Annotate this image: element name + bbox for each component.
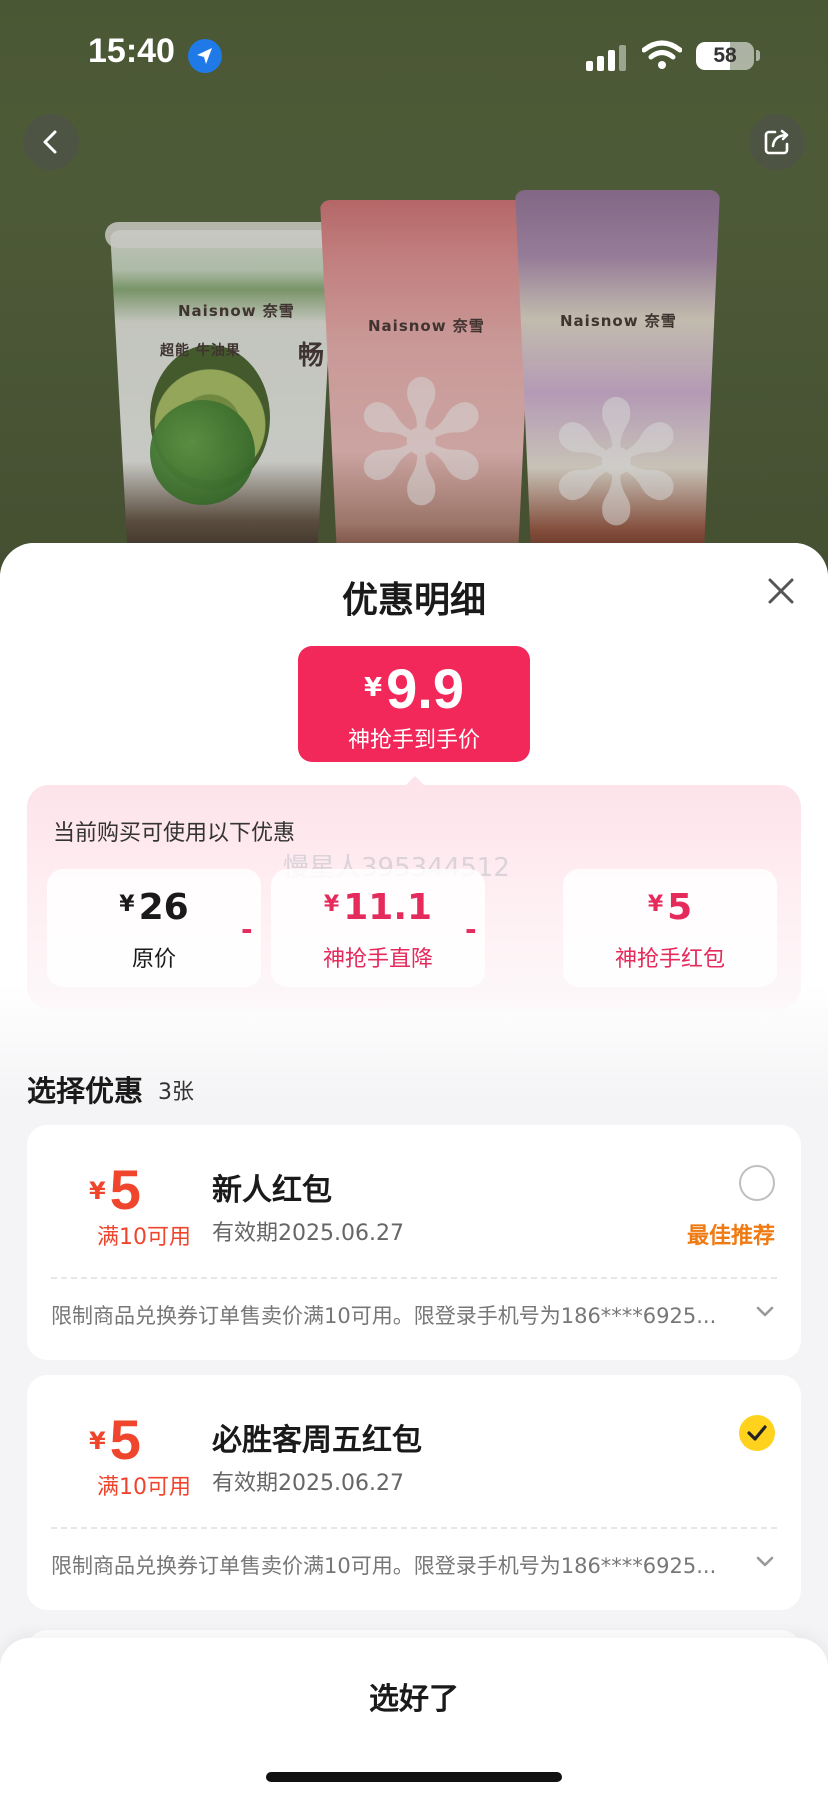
final-price-value: 9.9 <box>386 657 464 720</box>
wifi-icon <box>642 40 682 69</box>
minus-operator: - <box>241 913 253 946</box>
coupon-amount: 5 <box>109 1158 141 1221</box>
coupon-condition: 满10可用 <box>97 1475 191 1500</box>
best-recommend-badge: 最佳推荐 <box>687 1224 776 1249</box>
coupon-card[interactable]: ¥5 满10可用 新人红包 有效期2025.06.27 最佳推荐 限制商品兑换券… <box>27 1125 801 1360</box>
coupon-condition: 满10可用 <box>97 1225 191 1250</box>
coupon-card[interactable]: ¥5 满10可用 必胜客周五红包 有效期2025.06.27 限制商品兑换券订单… <box>27 1375 801 1610</box>
dashed-divider <box>51 1277 777 1279</box>
share-button[interactable] <box>749 114 805 170</box>
discount-calculation: 当前购买可使用以下优惠 慢星人395344512 ¥26 原价 - ¥11.1 … <box>27 785 801 1009</box>
direct-discount-box: ¥11.1 神抢手直降 <box>271 869 485 987</box>
coupon-radio-checked[interactable] <box>739 1415 775 1451</box>
red-packet-label: 神抢手红包 <box>614 947 725 972</box>
direct-discount-label: 神抢手直降 <box>322 947 433 972</box>
bottom-action-bar: 选好了 <box>0 1638 828 1795</box>
share-icon <box>764 129 789 155</box>
coupon-expiry: 有效期2025.06.27 <box>212 1471 404 1496</box>
location-arrow-icon <box>188 39 222 73</box>
calc-hint: 当前购买可使用以下优惠 <box>53 821 296 846</box>
discount-detail-sheet: 优惠明细 ¥9.9 神抢手到手价 当前购买可使用以下优惠 慢星人39534451… <box>0 543 828 1795</box>
red-packet-box: ¥5 神抢手红包 <box>563 869 777 987</box>
back-chevron-icon <box>43 130 57 154</box>
original-price-label: 原价 <box>131 947 176 972</box>
sheet-title: 优惠明细 <box>341 580 486 621</box>
currency-symbol: ¥ <box>364 673 383 703</box>
section-title: 选择优惠 <box>27 1074 144 1108</box>
battery-level: 58 <box>713 44 737 67</box>
coupon-description: 限制商品兑换券订单售卖价满10可用。限登录手机号为186****6925... <box>51 1554 717 1578</box>
product-hero-image: Naisnow 奈雪 超能 牛油果 畅 Naisnow 奈雪 ✻ Naisnow… <box>0 0 828 600</box>
chevron-down-icon[interactable] <box>754 1555 776 1569</box>
checkmark-icon <box>747 1425 767 1441</box>
final-price-tag: ¥9.9 神抢手到手价 <box>298 646 530 762</box>
status-time: 15:40 <box>88 32 175 70</box>
minus-operator: - <box>465 913 477 946</box>
coupon-description: 限制商品兑换券订单售卖价满10可用。限登录手机号为186****6925... <box>51 1304 717 1328</box>
confirm-button[interactable]: 选好了 <box>0 1638 828 1754</box>
coupon-amount: 5 <box>109 1408 141 1471</box>
coupon-radio-unchecked[interactable] <box>739 1165 775 1201</box>
coupon-expiry: 有效期2025.06.27 <box>212 1221 404 1246</box>
red-packet-value: 5 <box>667 887 693 928</box>
direct-discount-value: 11.1 <box>343 887 433 928</box>
coupon-name: 必胜客周五红包 <box>212 1423 422 1458</box>
close-icon[interactable] <box>762 572 800 610</box>
dashed-divider <box>51 1527 777 1529</box>
final-price-label: 神抢手到手价 <box>347 728 480 753</box>
original-price-box: ¥26 原价 <box>47 869 261 987</box>
battery-icon: 58 <box>696 42 754 70</box>
chevron-down-icon[interactable] <box>754 1305 776 1319</box>
back-button[interactable] <box>23 114 79 170</box>
signal-icon <box>586 45 626 71</box>
original-price-value: 26 <box>138 887 189 928</box>
coupon-name: 新人红包 <box>212 1173 332 1208</box>
coupon-count: 3张 <box>158 1080 194 1105</box>
home-indicator[interactable] <box>266 1772 562 1782</box>
